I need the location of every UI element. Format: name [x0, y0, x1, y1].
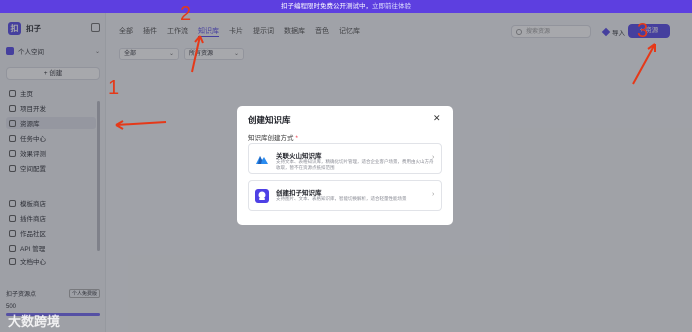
annotation-arrows: [115, 35, 656, 130]
watermark: 大数跨境: [8, 314, 61, 329]
annotation-number-1: 1: [108, 77, 120, 99]
annotation-number-3: 3: [637, 20, 649, 42]
annotation-number-2: 2: [180, 3, 192, 25]
